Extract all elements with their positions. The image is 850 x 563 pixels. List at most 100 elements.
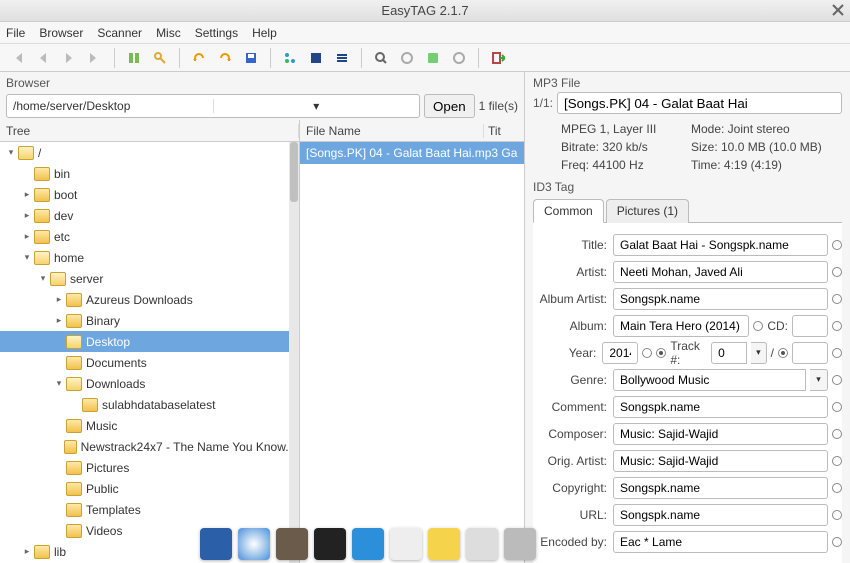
file-list[interactable]: [Songs.PK] 04 - Galat Baat Hai.mp3 Ga [300,142,524,563]
encodedby-input[interactable] [613,531,828,553]
copyright-input[interactable] [613,477,828,499]
tree-item[interactable]: Public [0,478,299,499]
expand-icon[interactable]: ▸ [22,210,32,221]
filename-input[interactable] [557,92,842,114]
dock-app-anchor-icon[interactable] [200,528,232,560]
expand-icon[interactable]: ▸ [22,546,32,557]
albumartist-input[interactable] [613,288,828,310]
cddb-icon[interactable] [396,47,418,69]
dock-app-music-icon[interactable] [352,528,384,560]
tree-item[interactable]: ▸boot [0,184,299,205]
undo-icon[interactable] [188,47,210,69]
scan-icon[interactable] [123,47,145,69]
file-row[interactable]: [Songs.PK] 04 - Galat Baat Hai.mp3 Ga [300,142,524,164]
tracktotal-radio[interactable] [778,348,788,358]
comment-apply-radio[interactable] [832,402,842,412]
tab-common[interactable]: Common [533,199,604,223]
list-icon[interactable] [305,47,327,69]
tree-item[interactable]: sulabhdatabaselatest [0,394,299,415]
nav-last-icon[interactable] [84,47,106,69]
tree-item[interactable]: Music [0,415,299,436]
album-apply-radio[interactable] [753,321,763,331]
album-input[interactable] [613,315,749,337]
dock-app-terminal-icon[interactable] [314,528,346,560]
composer-input[interactable] [613,423,828,445]
folder-tree[interactable]: ▾/bin▸boot▸dev▸etc▾home▾server▸Azureus D… [0,142,299,563]
composer-apply-radio[interactable] [832,429,842,439]
encodedby-apply-radio[interactable] [832,537,842,547]
dock-app-writer-icon[interactable] [390,528,422,560]
menu-browser[interactable]: Browser [39,26,83,40]
tree-item[interactable]: ▸etc [0,226,299,247]
tree-item[interactable]: Pictures [0,457,299,478]
genre-dropdown-icon[interactable]: ▾ [810,369,828,391]
menu-misc[interactable]: Misc [156,26,181,40]
copyright-apply-radio[interactable] [832,483,842,493]
tab-pictures[interactable]: Pictures (1) [606,199,689,223]
menu-file[interactable]: File [6,26,25,40]
year-apply-radio[interactable] [642,348,652,358]
tree-item[interactable]: Desktop [0,331,299,352]
menu-settings[interactable]: Settings [195,26,238,40]
url-apply-radio[interactable] [832,510,842,520]
dock-app-trash-icon[interactable] [504,528,536,560]
albumartist-apply-radio[interactable] [832,294,842,304]
expand-icon[interactable]: ▾ [38,273,48,284]
url-input[interactable] [613,504,828,526]
title-input[interactable] [613,234,828,256]
genre-apply-radio[interactable] [832,375,842,385]
chevron-down-icon[interactable]: ▾ [213,99,420,113]
search-icon[interactable] [370,47,392,69]
key-icon[interactable] [149,47,171,69]
tree-item[interactable]: bin [0,163,299,184]
tree-item[interactable]: Templates [0,499,299,520]
year-input[interactable] [602,342,638,364]
nav-prev-icon[interactable] [32,47,54,69]
stop-icon[interactable] [448,47,470,69]
path-combo[interactable]: /home/server/Desktop ▾ [6,94,420,118]
expand-icon[interactable]: ▸ [22,189,32,200]
close-icon[interactable] [830,2,846,18]
nav-first-icon[interactable] [6,47,28,69]
origartist-apply-radio[interactable] [832,456,842,466]
save-icon[interactable] [240,47,262,69]
nav-next-icon[interactable] [58,47,80,69]
redo-icon[interactable] [214,47,236,69]
open-button[interactable]: Open [424,94,475,118]
expand-icon[interactable]: ▾ [6,147,16,158]
tree-item[interactable]: ▸Binary [0,310,299,331]
tracknum-dropdown-icon[interactable]: ▾ [751,342,767,364]
tracknum-input[interactable] [711,342,747,364]
expand-icon[interactable]: ▸ [54,294,64,305]
dock-app-easytag-icon[interactable] [428,528,460,560]
expand-icon[interactable]: ▾ [54,378,64,389]
expand-icon[interactable]: ▸ [22,231,32,242]
genre-input[interactable] [613,369,806,391]
tree-item[interactable]: ▾Downloads [0,373,299,394]
track-apply-radio[interactable] [832,348,842,358]
title-apply-radio[interactable] [832,240,842,250]
expand-icon[interactable]: ▸ [54,315,64,326]
tree-item[interactable]: ▾server [0,268,299,289]
comment-input[interactable] [613,396,828,418]
dock-app-gimp-icon[interactable] [276,528,308,560]
tree-item[interactable]: ▾/ [0,142,299,163]
tree-item[interactable]: ▸dev [0,205,299,226]
menu-scanner[interactable]: Scanner [97,26,142,40]
artist-apply-radio[interactable] [832,267,842,277]
cd-apply-radio[interactable] [832,321,842,331]
tree-icon[interactable] [279,47,301,69]
grid-icon[interactable] [331,47,353,69]
scrollbar-thumb[interactable] [290,142,298,202]
playlist-icon[interactable] [422,47,444,69]
file-name-header[interactable]: File Name [300,124,484,138]
menu-help[interactable]: Help [252,26,277,40]
tree-item[interactable]: ▸Azureus Downloads [0,289,299,310]
quit-icon[interactable] [487,47,509,69]
file-title-header[interactable]: Tit [484,124,524,138]
artist-input[interactable] [613,261,828,283]
tree-item[interactable]: Newstrack24x7 - The Name You Know. T [0,436,299,457]
tracktotal-input[interactable] [792,342,828,364]
cd-input[interactable] [792,315,828,337]
tree-item[interactable]: ▾home [0,247,299,268]
